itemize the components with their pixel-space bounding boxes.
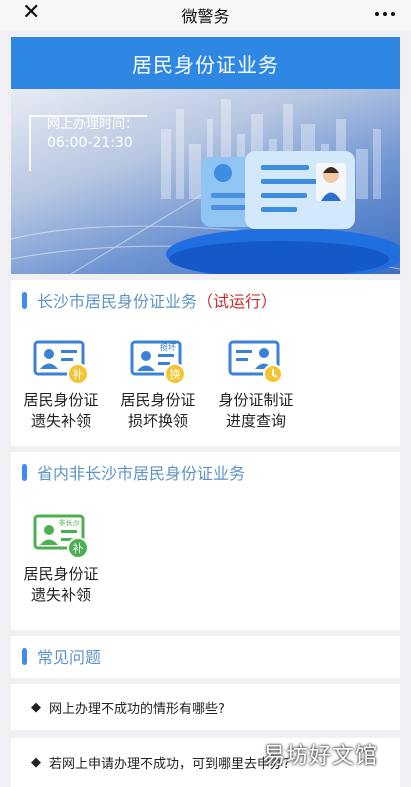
svg-text:非长沙: 非长沙	[59, 518, 80, 527]
tile-label-line1: 居民身份证	[23, 565, 99, 583]
hours-value: 06:00-21:30	[47, 135, 133, 151]
faq-item-text: 网上办理不成功的情形有哪些?	[49, 701, 225, 717]
tile-province-lost-replacement[interactable]: 非长沙 补 居民身份证 遗失补领	[11, 510, 111, 606]
faq-header: 常见问题	[11, 644, 400, 668]
more-dots-icon[interactable]	[375, 12, 395, 16]
tile-label-line2: 遗失补领	[30, 586, 91, 604]
id-card-replace-icon: 补	[33, 340, 89, 385]
section1-header: 长沙市居民身份证业务 （试运行）	[11, 288, 400, 312]
section-marker	[22, 463, 27, 481]
section2-header: 省内非长沙市居民身份证业务	[11, 460, 400, 484]
page-title: 微警务	[181, 7, 230, 26]
section1-tag: （试运行）	[197, 292, 278, 311]
id-card-exchange-icon: 损坏 换	[130, 340, 186, 385]
tile-label-line1: 居民身份证	[23, 391, 99, 409]
section1-title: 长沙市居民身份证业务	[37, 292, 198, 311]
section-marker	[22, 647, 27, 665]
id-card-progress-icon	[228, 340, 283, 384]
tile-label-line2: 遗失补领	[30, 412, 91, 430]
id-card-replace-green-icon: 非长沙 补	[33, 514, 89, 559]
hero-title: 居民身份证业务	[132, 52, 279, 77]
section2-title: 省内非长沙市居民身份证业务	[37, 464, 246, 483]
tile-label-line1: 居民身份证	[120, 391, 196, 409]
tile-lost-replacement[interactable]: 补 居民身份证 遗失补领	[11, 336, 111, 432]
tile-damaged-exchange[interactable]: 损坏 换 居民身份证 损坏换领	[108, 336, 208, 432]
tile-progress-query[interactable]: 身份证制证 进度查询	[206, 336, 306, 432]
faq-item-text: 若网上申请办理不成功，可到哪里去申办?	[49, 757, 290, 772]
top-bar: ✕ 微警务	[0, 0, 411, 30]
section-marker	[22, 291, 27, 309]
hours-label: 网上办理时间：	[47, 117, 139, 132]
faq-title: 常见问题	[37, 648, 102, 667]
svg-text:损坏: 损坏	[160, 342, 176, 352]
diamond-bullet-icon: ◆	[31, 699, 41, 715]
tile-label-line1: 身份证制证	[218, 391, 294, 409]
tile-label-line2: 进度查询	[225, 412, 286, 430]
svg-text:补: 补	[73, 368, 84, 381]
close-icon[interactable]: ✕	[22, 2, 40, 24]
svg-text:补: 补	[73, 542, 84, 555]
watermark: 易坊好文馆	[263, 744, 379, 769]
faq-item[interactable]: ◆ 网上办理不成功的情形有哪些?	[11, 684, 400, 730]
svg-text:换: 换	[170, 367, 181, 381]
diamond-bullet-icon: ◆	[31, 755, 41, 770]
banner: 网上办理时间： 06:00-21:30	[11, 89, 400, 274]
hero-header: 居民身份证业务	[11, 37, 400, 89]
tile-label-line2: 损坏换领	[127, 412, 188, 430]
